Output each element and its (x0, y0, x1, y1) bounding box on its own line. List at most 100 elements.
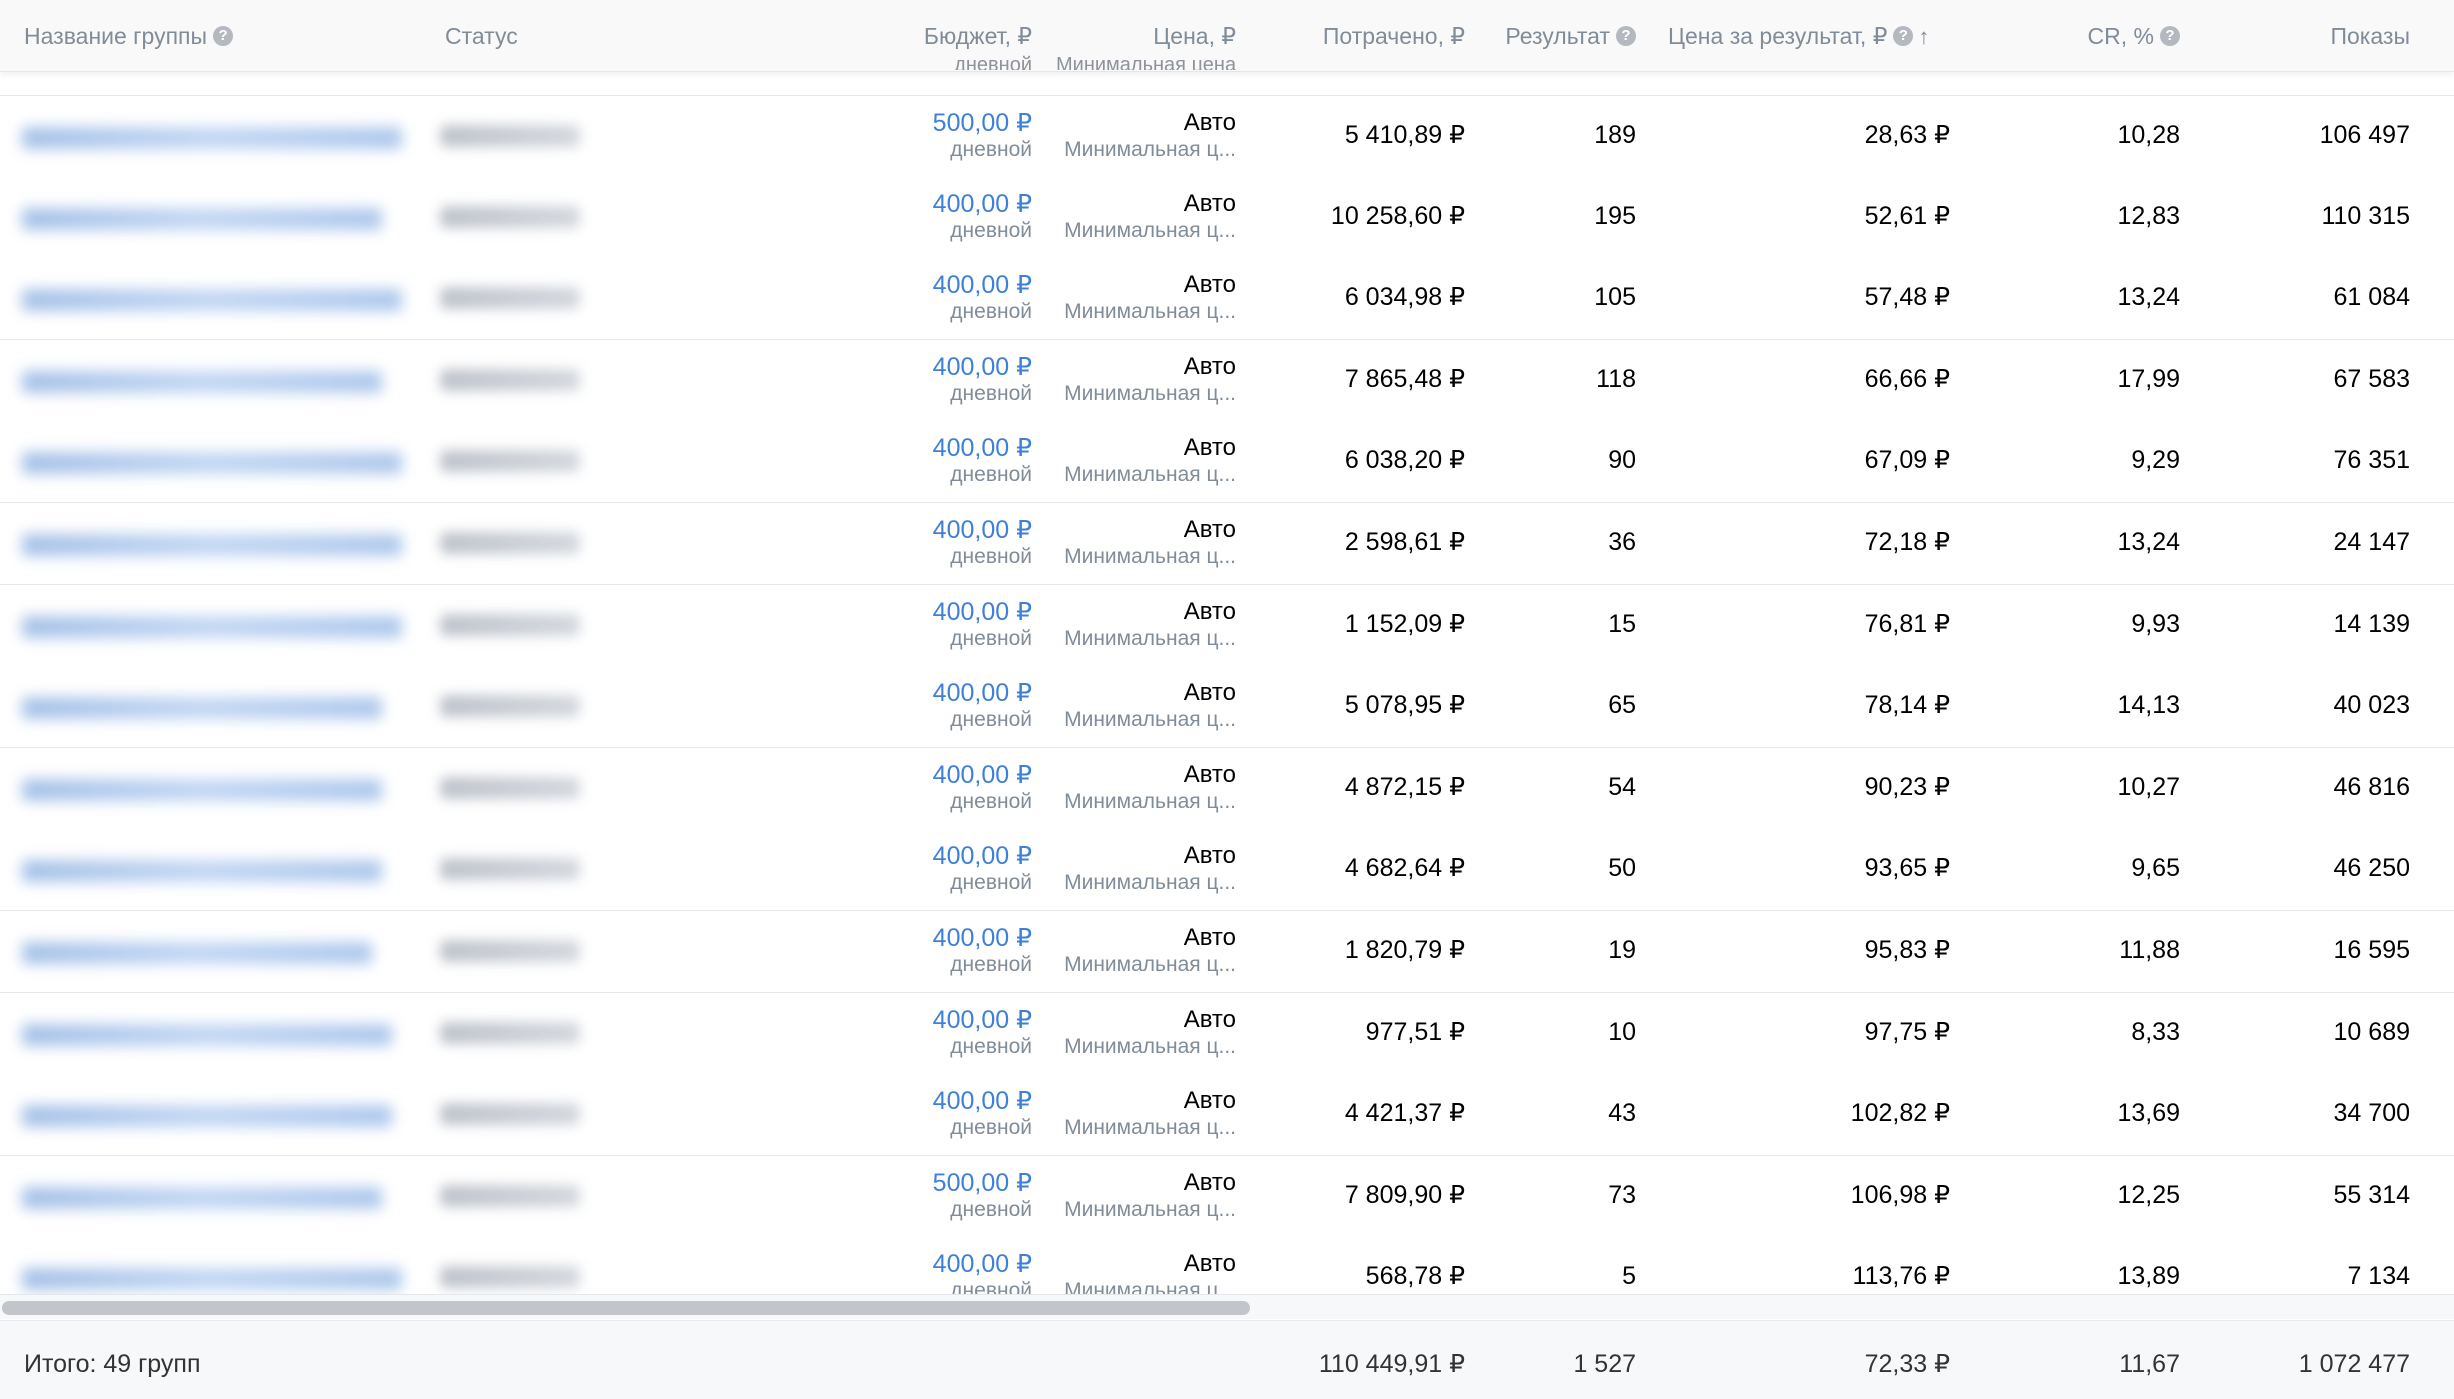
budget-value-link[interactable]: 500,00 ₽ (830, 108, 1032, 138)
table-row[interactable]: 400,00 ₽ дневной Авто Минимальная ц... 10 25… (0, 176, 2454, 259)
budget-value-link[interactable]: 400,00 ₽ (830, 841, 1032, 871)
sort-ascending-icon[interactable]: ↑ (1918, 22, 1929, 52)
column-header-shows-label: Показы (2330, 23, 2410, 49)
spent-value: 2 598,61 ₽ (1344, 528, 1465, 556)
spent-value: 7 809,90 ₽ (1344, 1180, 1465, 1209)
help-icon[interactable]: ? (1893, 25, 1914, 46)
price-per-result-value: 102,82 ₽ (1850, 1099, 1950, 1128)
column-header-spent-label: Потрачено, ₽ (1322, 23, 1465, 49)
column-header-price-per-result[interactable]: Цена за результат, ₽? ↑ (1668, 21, 1929, 51)
price-per-result-value: 72,18 ₽ (1864, 528, 1950, 556)
column-header-budget[interactable]: Бюджет, ₽ (830, 21, 1032, 51)
price-mode: Авто (1183, 516, 1236, 543)
status-redacted (440, 532, 580, 554)
price-strategy: Минимальная ц... (1064, 545, 1236, 568)
group-name-link-redacted[interactable] (22, 362, 382, 402)
table-row[interactable]: 400,00 ₽ дневной Авто Минимальная ц... 4 421… (0, 1074, 2454, 1157)
group-name-link-redacted[interactable] (22, 851, 382, 891)
table-row[interactable]: 500,00 ₽ дневной Авто Минимальная ц... 7 809… (0, 1155, 2454, 1238)
column-header-cr[interactable]: CR, %? (2020, 21, 2180, 51)
table-row[interactable]: 400,00 ₽ дневной Авто Минимальная ц... 6 034… (0, 258, 2454, 341)
spent-value: 6 038,20 ₽ (1344, 446, 1465, 475)
total-label: Итого: 49 групп (24, 1350, 201, 1378)
shows-value: 106 497 (2319, 121, 2410, 149)
budget-value-link[interactable]: 500,00 ₽ (830, 1168, 1032, 1198)
cr-value: 10,28 (2117, 121, 2180, 149)
budget-value-link[interactable]: 400,00 ₽ (830, 678, 1032, 708)
column-header-result-label: Результат (1505, 23, 1610, 49)
budget-value-link[interactable]: 400,00 ₽ (830, 1086, 1032, 1116)
result-value: 105 (1594, 283, 1636, 312)
budget-value-link[interactable]: 400,00 ₽ (830, 352, 1032, 382)
group-name-link-redacted[interactable] (22, 607, 402, 647)
price-strategy: Минимальная ц... (1064, 1279, 1236, 1294)
budget-value-link[interactable]: 400,00 ₽ (830, 515, 1032, 545)
spent-value: 568,78 ₽ (1365, 1262, 1465, 1291)
budget-value-link[interactable]: 400,00 ₽ (830, 1005, 1032, 1035)
column-header-name[interactable]: Название группы? (24, 21, 234, 51)
cr-value: 11,88 (2119, 936, 2180, 964)
group-name-link-redacted[interactable] (22, 688, 382, 728)
column-header-spent[interactable]: Потрачено, ₽ (1260, 21, 1465, 51)
table-row[interactable]: 400,00 ₽ дневной Авто Минимальная ц... 1 820… (0, 911, 2454, 993)
budget-value-link[interactable]: 400,00 ₽ (830, 433, 1032, 463)
spent-value: 6 034,98 ₽ (1344, 283, 1465, 312)
group-name-link-redacted[interactable] (22, 770, 382, 810)
budget-value-link[interactable]: 400,00 ₽ (830, 923, 1032, 953)
budget-period: дневной (950, 708, 1032, 732)
table-row[interactable]: 400,00 ₽ дневной Авто Минимальная ц... 7 865… (0, 339, 2454, 422)
help-icon[interactable]: ? (213, 25, 234, 46)
spent-value: 4 682,64 ₽ (1344, 854, 1465, 883)
table-row[interactable]: 400,00 ₽ дневной Авто Минимальная ц... 2 598… (0, 503, 2454, 585)
shows-value: 24 147 (2333, 528, 2410, 556)
status-redacted (440, 1021, 580, 1044)
price-per-result-value: 28,63 ₽ (1864, 121, 1950, 149)
price-per-result-value: 76,81 ₽ (1864, 609, 1950, 638)
table-row[interactable]: 400,00 ₽ дневной Авто Минимальная ц... 5 078… (0, 666, 2454, 749)
column-header-result[interactable]: Результат? (1480, 21, 1636, 51)
table-row[interactable]: 400,00 ₽ дневной Авто Минимальная ц... 4 872… (0, 747, 2454, 830)
budget-value-link[interactable]: 400,00 ₽ (830, 270, 1032, 300)
table-row[interactable]: 400,00 ₽ дневной Авто Минимальная ц... 568,7… (0, 1237, 2454, 1294)
group-name-link-redacted[interactable] (22, 199, 382, 239)
status-redacted (440, 368, 580, 391)
table-row[interactable]: 400,00 ₽ дневной Авто Минимальная ц... 1 152… (0, 584, 2454, 667)
price-strategy: Минимальная ц... (1064, 138, 1236, 161)
group-name-link-redacted[interactable] (22, 443, 402, 483)
group-name-link-redacted[interactable] (22, 1178, 382, 1218)
help-icon[interactable]: ? (1616, 25, 1636, 46)
status-redacted (440, 1103, 580, 1126)
price-per-result-value: 93,65 ₽ (1864, 854, 1950, 883)
group-name-link-redacted[interactable] (22, 933, 372, 973)
cr-value: 13,24 (2117, 528, 2180, 556)
price-per-result-value: 57,48 ₽ (1864, 283, 1950, 312)
table-row[interactable]: 400,00 ₽ дневной Авто Минимальная ц... 4 682… (0, 829, 2454, 912)
budget-value-link[interactable]: 400,00 ₽ (830, 189, 1032, 219)
column-header-status[interactable]: Статус (445, 21, 518, 51)
table-row[interactable]: 500,00 ₽ дневной Авто Минимальная ц... 5 410… (0, 95, 2454, 178)
spent-value: 1 820,79 ₽ (1344, 936, 1465, 964)
horizontal-scrollbar[interactable] (0, 1294, 2454, 1319)
group-name-link-redacted[interactable] (22, 1259, 402, 1294)
price-mode: Авто (1183, 760, 1236, 788)
group-name-link-redacted[interactable] (22, 1096, 392, 1136)
table-footer-totals: Итого: 49 групп 110 449,91 ₽ 1 527 72,33… (0, 1320, 2454, 1399)
horizontal-scrollbar-thumb[interactable] (2, 1301, 1250, 1315)
table-row[interactable]: 400,00 ₽ дневной Авто Минимальная ц... 977,5… (0, 992, 2454, 1075)
help-icon[interactable]: ? (2160, 25, 2180, 46)
group-name-link-redacted[interactable] (22, 118, 402, 158)
budget-value-link[interactable]: 400,00 ₽ (830, 597, 1032, 627)
column-header-price[interactable]: Цена, ₽ (1036, 21, 1236, 51)
table-row[interactable]: 400,00 ₽ дневной Авто Минимальная ц... 6 038… (0, 421, 2454, 504)
price-mode: Авто (1183, 109, 1236, 136)
spent-value: 5 410,89 ₽ (1344, 121, 1465, 149)
result-value: 73 (1608, 1180, 1636, 1209)
group-name-link-redacted[interactable] (22, 1015, 392, 1055)
group-name-link-redacted[interactable] (22, 280, 402, 320)
budget-value-link[interactable]: 400,00 ₽ (830, 760, 1032, 790)
result-value: 43 (1608, 1099, 1636, 1128)
column-header-shows[interactable]: Показы (2230, 21, 2410, 51)
group-name-link-redacted[interactable] (22, 525, 402, 565)
budget-value-link[interactable]: 400,00 ₽ (830, 1249, 1032, 1279)
price-strategy: Минимальная ц... (1064, 871, 1236, 895)
